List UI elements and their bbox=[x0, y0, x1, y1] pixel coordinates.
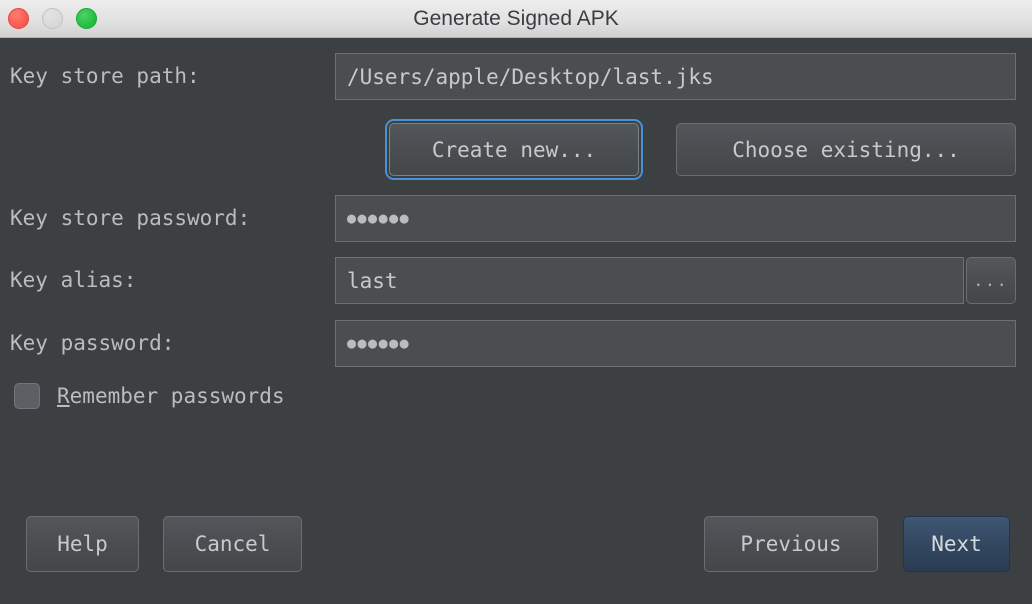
keystore-password-label: Key store password: bbox=[10, 206, 251, 230]
create-new-button[interactable]: Create new... bbox=[385, 119, 643, 180]
keystore-path-input[interactable]: /Users/apple/Desktop/last.jks bbox=[335, 53, 1016, 100]
key-alias-browse-button[interactable]: ... bbox=[966, 257, 1016, 304]
window-title: Generate Signed APK bbox=[413, 7, 619, 30]
next-button[interactable]: Next bbox=[903, 516, 1010, 572]
keystore-password-input[interactable]: ●●●●●● bbox=[335, 195, 1016, 242]
remember-passwords-label-rest: emember passwords bbox=[69, 384, 285, 408]
key-alias-label: Key alias: bbox=[10, 268, 137, 292]
remember-passwords-label: Remember passwords bbox=[57, 384, 285, 408]
remember-passwords-mnemonic: R bbox=[57, 384, 70, 408]
keystore-password-dots: ●●●●●● bbox=[347, 209, 411, 227]
cancel-button[interactable]: Cancel bbox=[163, 516, 302, 572]
title-bar: Generate Signed APK bbox=[0, 0, 1032, 38]
remember-passwords-checkbox-row[interactable]: Remember passwords bbox=[14, 380, 285, 412]
generate-signed-apk-dialog: Generate Signed APK Key store path: /Use… bbox=[0, 0, 1032, 604]
previous-button[interactable]: Previous bbox=[704, 516, 878, 572]
key-alias-input[interactable]: last bbox=[335, 257, 964, 304]
choose-existing-button[interactable]: Choose existing... bbox=[676, 123, 1016, 176]
remember-passwords-checkbox[interactable] bbox=[14, 383, 40, 409]
key-password-dots: ●●●●●● bbox=[347, 334, 411, 352]
help-button[interactable]: Help bbox=[26, 516, 139, 572]
key-password-input[interactable]: ●●●●●● bbox=[335, 320, 1016, 367]
dialog-body: Key store path: /Users/apple/Desktop/las… bbox=[0, 38, 1032, 604]
key-password-label: Key password: bbox=[10, 331, 175, 355]
keystore-path-label: Key store path: bbox=[10, 64, 200, 88]
